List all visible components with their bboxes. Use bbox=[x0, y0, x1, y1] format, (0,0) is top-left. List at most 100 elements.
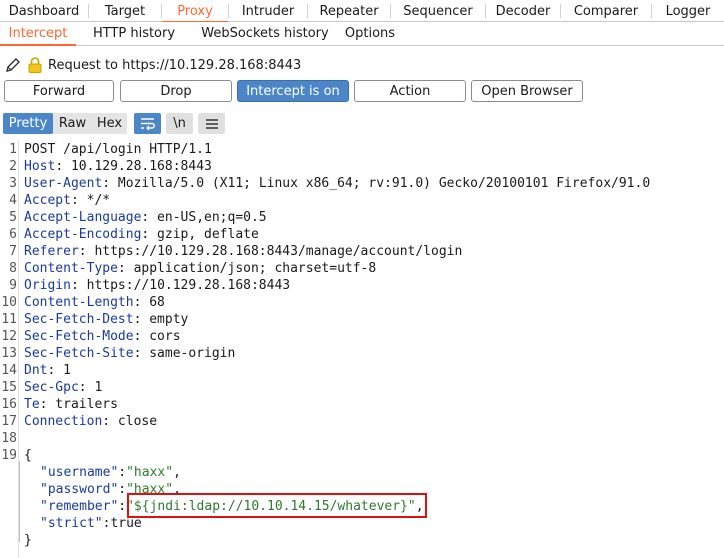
code-line: Content-Type: application/json; charset=… bbox=[24, 260, 376, 277]
tab-dashboard[interactable]: Dashboard bbox=[0, 0, 88, 22]
hex-view-button[interactable]: Hex bbox=[92, 113, 127, 134]
code-line: Content-Length: 68 bbox=[24, 294, 165, 311]
header-colon: : bbox=[55, 159, 64, 174]
json-closing-brace: } bbox=[24, 533, 32, 548]
line-number: 14 bbox=[1, 363, 17, 378]
tab-repeater[interactable]: Repeater bbox=[308, 0, 390, 22]
header-value: Mozilla/5.0 (X11; Linux x86_64; rv:91.0)… bbox=[110, 176, 651, 191]
line-number: 11 bbox=[1, 312, 17, 327]
header-colon: : bbox=[70, 278, 79, 293]
lock-icon bbox=[28, 57, 42, 73]
code-line: POST /api/login HTTP/1.1 bbox=[24, 141, 212, 158]
header-colon: : bbox=[70, 193, 79, 208]
subtab-options[interactable]: Options bbox=[338, 22, 402, 45]
json-key: "remember" bbox=[40, 499, 119, 514]
subtab-http-history[interactable]: HTTP history bbox=[76, 22, 192, 45]
show-newlines-button[interactable]: \n bbox=[166, 113, 193, 134]
tab-proxy[interactable]: Proxy bbox=[162, 0, 228, 23]
line-number: 6 bbox=[9, 227, 17, 242]
header-name: Te bbox=[24, 397, 40, 412]
header-name: Sec-Gpc bbox=[24, 380, 79, 395]
tab-sequencer[interactable]: Sequencer bbox=[391, 0, 485, 22]
header-value: empty bbox=[141, 312, 189, 327]
header-name: User-Agent bbox=[24, 176, 103, 191]
header-name: Origin bbox=[24, 278, 71, 293]
header-name: Content-Type bbox=[24, 261, 118, 276]
header-name: Accept bbox=[24, 193, 71, 208]
json-key: "strict" bbox=[40, 516, 103, 531]
pencil-icon[interactable] bbox=[4, 56, 22, 74]
json-separator: : bbox=[118, 499, 127, 514]
header-value: en-US,en;q=0.5 bbox=[149, 210, 267, 225]
line-number: 13 bbox=[1, 346, 17, 361]
tab-comparer[interactable]: Comparer bbox=[561, 0, 651, 22]
code-line: Origin: https://10.129.28.168:8443 bbox=[24, 277, 290, 294]
code-line: Accept: */* bbox=[24, 192, 110, 209]
drop-button[interactable]: Drop bbox=[120, 80, 232, 102]
line-number: 2 bbox=[9, 159, 17, 174]
json-separator: : bbox=[118, 482, 127, 497]
header-value: POST /api/login HTTP/1.1 bbox=[24, 142, 212, 157]
header-value: cors bbox=[141, 329, 181, 344]
header-name: Accept-Encoding bbox=[24, 227, 142, 242]
raw-view-button[interactable]: Raw bbox=[55, 113, 90, 134]
line-number: 16 bbox=[1, 397, 17, 412]
code-line: Connection: close bbox=[24, 413, 157, 430]
header-name: Sec-Fetch-Site bbox=[24, 346, 134, 361]
intercept-toggle-button[interactable]: Intercept is on bbox=[237, 80, 349, 102]
subtab-intercept[interactable]: Intercept bbox=[0, 22, 76, 46]
header-value: gzip, deflate bbox=[149, 227, 259, 242]
line-number: 5 bbox=[9, 210, 17, 225]
code-line: Te: trailers bbox=[24, 396, 118, 413]
tab-decoder[interactable]: Decoder bbox=[486, 0, 560, 22]
wrap-lines-button[interactable] bbox=[134, 113, 161, 134]
open-browser-button[interactable]: Open Browser bbox=[471, 80, 583, 102]
header-colon: : bbox=[78, 244, 87, 259]
action-button[interactable]: Action bbox=[354, 80, 466, 102]
json-key: "username" bbox=[40, 465, 119, 480]
code-line: Referer: https://10.129.28.168:8443/mana… bbox=[24, 243, 462, 260]
header-name: Sec-Fetch-Dest bbox=[24, 312, 134, 327]
subtab-websockets-history[interactable]: WebSockets history bbox=[192, 22, 338, 45]
line-number: 19 bbox=[1, 448, 17, 463]
request-editor[interactable]: 1 POST /api/login HTTP/1.1 2 Host: 10.129.2… bbox=[0, 140, 724, 558]
header-value: close bbox=[110, 414, 158, 429]
header-colon: : bbox=[117, 261, 126, 276]
hamburger-icon bbox=[205, 118, 218, 129]
header-value: https://10.129.28.168:8443 bbox=[78, 278, 291, 293]
header-name: Content-Length bbox=[24, 295, 134, 310]
json-value: "haxx" bbox=[126, 465, 174, 480]
menu-button[interactable] bbox=[198, 113, 225, 134]
request-info-bar: Request to https://10.129.28.168:8443 bbox=[4, 55, 301, 75]
header-value: same-origin bbox=[141, 346, 236, 361]
code-line: Sec-Fetch-Site: same-origin bbox=[24, 345, 235, 362]
header-value: trailers bbox=[47, 397, 118, 412]
header-value: { bbox=[24, 448, 32, 463]
header-value: 1 bbox=[55, 363, 71, 378]
code-line: Accept-Encoding: gzip, deflate bbox=[24, 226, 259, 243]
line-number: 4 bbox=[9, 193, 17, 208]
code-line: Sec-Fetch-Dest: empty bbox=[24, 311, 188, 328]
header-value: 1 bbox=[86, 380, 103, 395]
code-line: { bbox=[24, 447, 32, 464]
json-tail: , bbox=[173, 465, 181, 480]
code-line: Sec-Gpc: 1 bbox=[24, 379, 102, 396]
header-name: Referer bbox=[24, 244, 79, 259]
fold-guide bbox=[19, 461, 20, 542]
tab-logger[interactable]: Logger bbox=[652, 0, 724, 22]
tab-intruder[interactable]: Intruder bbox=[229, 0, 307, 22]
json-value: true bbox=[110, 516, 142, 531]
wrap-lines-icon bbox=[140, 117, 155, 130]
header-name: Sec-Fetch-Mode bbox=[24, 329, 134, 344]
header-value: */* bbox=[78, 193, 111, 208]
pretty-view-button[interactable]: Pretty bbox=[3, 113, 53, 134]
json-line: "username":"haxx", bbox=[40, 464, 181, 481]
forward-button[interactable]: Forward bbox=[4, 80, 114, 102]
request-target-label: Request to https://10.129.28.168:8443 bbox=[48, 57, 302, 73]
code-line: Accept-Language: en-US,en;q=0.5 bbox=[24, 209, 267, 226]
code-line: Host: 10.129.28.168:8443 bbox=[24, 158, 212, 175]
code-line: Sec-Fetch-Mode: cors bbox=[24, 328, 181, 345]
tab-target[interactable]: Target bbox=[89, 0, 161, 22]
line-number: 8 bbox=[9, 261, 17, 276]
code-line: User-Agent: Mozilla/5.0 (X11; Linux x86_… bbox=[24, 175, 650, 192]
